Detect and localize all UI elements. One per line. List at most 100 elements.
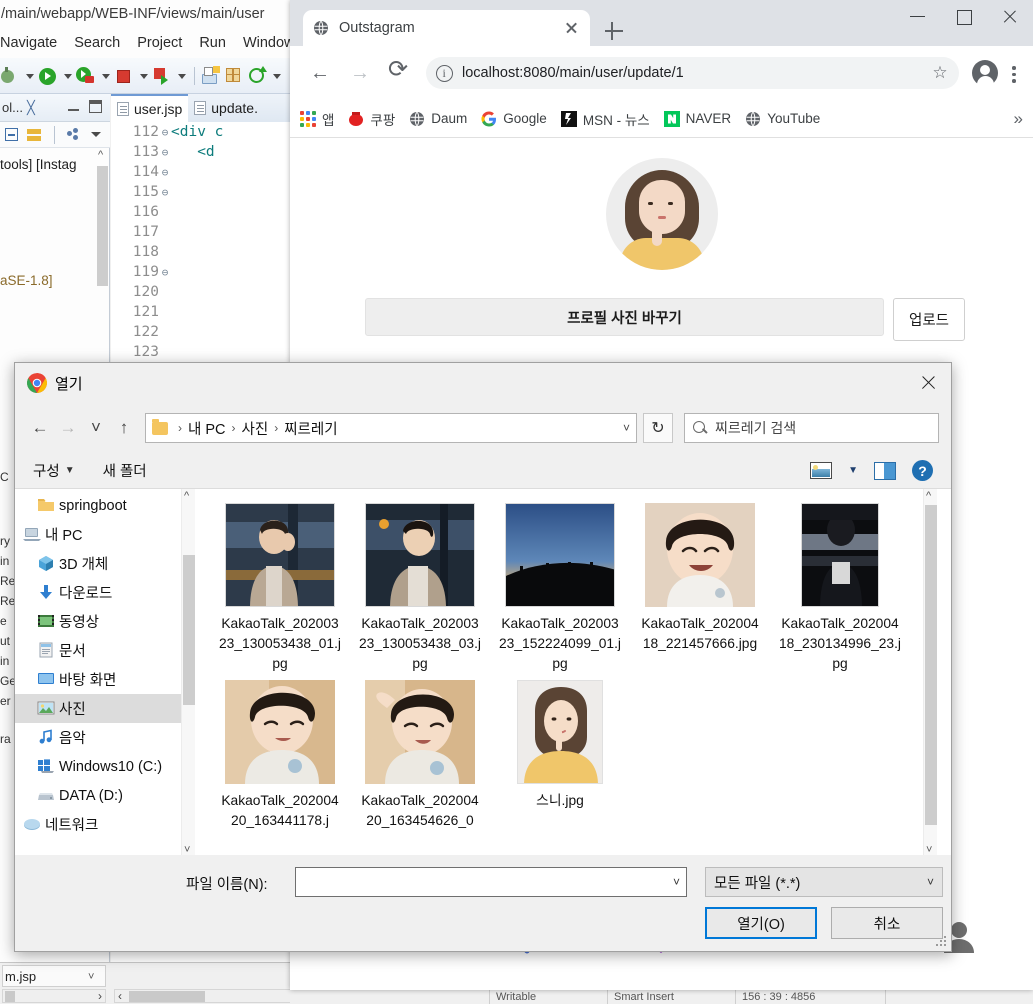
view-menu-icon[interactable] — [66, 127, 82, 142]
recent-locations-icon[interactable]: ˅ — [83, 415, 109, 441]
sidebar-item-windows-drive[interactable]: Windows10 (C:) — [15, 752, 195, 781]
sidebar-item-3d-objects[interactable]: 3D 개체 — [15, 549, 195, 578]
file-item[interactable]: KakaoTalk_20200418_221457666.jpg — [630, 497, 770, 674]
minimize-window-button[interactable] — [895, 0, 941, 32]
sidebar-item-documents[interactable]: 문서 — [15, 636, 195, 665]
maximize-window-button[interactable] — [941, 0, 987, 32]
scrollbar-thumb[interactable] — [5, 991, 15, 1002]
upload-button[interactable]: 업로드 — [893, 298, 965, 341]
stop-dropdown-icon[interactable] — [137, 66, 150, 86]
bookmark-star-icon[interactable]: ☆ — [931, 64, 949, 82]
run-server-icon[interactable] — [152, 66, 173, 86]
chevron-down-icon[interactable]: ▼ — [848, 465, 858, 476]
change-profile-photo-button[interactable]: 프로필 사진 바꾸기 — [365, 298, 884, 336]
menu-window[interactable]: Window — [243, 35, 295, 51]
fold-toggle-icon[interactable]: ⊖ — [159, 146, 171, 159]
bookmark-apps[interactable]: 앱 — [300, 109, 334, 129]
bookmark-youtube[interactable]: YouTube — [745, 111, 820, 127]
new-folder-button[interactable]: 새 폴더 — [103, 460, 147, 481]
bottom-scrollbar-left[interactable]: › — [2, 989, 106, 1003]
close-window-button[interactable] — [987, 0, 1033, 32]
browser-tab-outstagram[interactable]: Outstagram — [303, 10, 590, 46]
new-package-icon[interactable] — [224, 66, 245, 86]
bookmark-naver[interactable]: NAVER — [663, 110, 731, 127]
menu-run[interactable]: Run — [199, 35, 226, 51]
bookmark-msn[interactable]: MSN - 뉴스 — [560, 109, 650, 129]
dialog-sidebar[interactable]: springboot 내 PC 3D 개체 다운로드 동영상 문서 바탕 화면 … — [15, 489, 195, 857]
close-tab-icon[interactable] — [562, 19, 580, 37]
scrollbar-thumb[interactable] — [925, 505, 937, 825]
sidebar-item-network[interactable]: 네트워크 — [15, 810, 195, 839]
bottom-scrollbar-right[interactable]: ‹ — [114, 989, 294, 1003]
sidebar-item-springboot[interactable]: springboot — [15, 491, 195, 520]
sidebar-item-pictures[interactable]: 사진 — [15, 694, 195, 723]
window-controls[interactable] — [895, 0, 1033, 32]
refresh-button[interactable]: ↻ — [643, 413, 673, 443]
jre-tree-row[interactable]: aSE-1.8] — [0, 270, 110, 291]
scroll-right-icon[interactable]: › — [98, 989, 102, 1003]
bookmark-google[interactable]: Google — [481, 111, 547, 127]
view-options-icon[interactable] — [810, 462, 833, 479]
sidebar-item-downloads[interactable]: 다운로드 — [15, 578, 195, 607]
run-icon[interactable] — [38, 66, 59, 86]
dialog-command-bar[interactable]: 구성 ▼ 새 폴더 ▼ ? — [15, 453, 951, 489]
file-item[interactable]: 스니.jpg — [490, 674, 630, 831]
debug-dropdown-icon[interactable] — [23, 66, 36, 86]
filename-input[interactable]: ˅ — [295, 867, 687, 897]
scrollbar-thumb[interactable] — [97, 166, 108, 286]
refresh-dropdown-icon[interactable] — [270, 66, 283, 86]
search-input[interactable]: 찌르레기 검색 — [684, 413, 939, 443]
sidebar-item-music[interactable]: 음악 — [15, 723, 195, 752]
file-item[interactable]: KakaoTalk_20200420_163441178.j — [210, 674, 350, 831]
maximize-icon[interactable] — [89, 100, 102, 113]
sidebar-item-this-pc[interactable]: 내 PC — [15, 520, 195, 549]
chrome-toolbar[interactable]: localhost:8080/main/user/update/1 ☆ — [290, 46, 1033, 100]
chevron-down-icon[interactable]: ˅ — [88, 971, 94, 983]
new-tab-button[interactable] — [603, 20, 625, 42]
close-dialog-button[interactable] — [905, 363, 951, 403]
forward-button[interactable] — [341, 56, 375, 90]
editor-tab-user-jsp[interactable]: user.jsp — [111, 94, 189, 122]
dialog-up-button[interactable]: ↑ — [111, 415, 137, 441]
bookmark-daum[interactable]: Daum — [409, 111, 467, 127]
eclipse-left-panel-tab[interactable]: ol... ╳ — [0, 94, 110, 122]
sidebar-item-desktop[interactable]: 바탕 화면 — [15, 665, 195, 694]
collapse-all-icon[interactable] — [4, 127, 20, 142]
dialog-back-button[interactable]: ← — [27, 415, 53, 441]
fold-toggle-icon[interactable]: ⊖ — [159, 166, 171, 179]
file-item[interactable]: KakaoTalk_20200323_130053438_03.jpg — [350, 497, 490, 674]
eclipse-left-panel-toolbar[interactable] — [0, 122, 110, 148]
scroll-up-icon[interactable]: ^ — [926, 490, 931, 502]
preview-pane-icon[interactable] — [874, 461, 896, 480]
run-external-icon[interactable] — [76, 66, 97, 86]
chrome-tab-strip[interactable]: Outstagram — [290, 0, 1033, 46]
info-circle-icon[interactable] — [436, 64, 453, 82]
eclipse-menu-bar[interactable]: Navigate Search Project Run Window — [0, 28, 300, 58]
chevron-down-icon[interactable] — [89, 127, 105, 142]
file-item[interactable]: KakaoTalk_20200418_230134996_23.jpg — [770, 497, 910, 674]
scroll-up-icon[interactable]: ^ — [184, 490, 189, 502]
run-dropdown-icon[interactable] — [61, 66, 74, 86]
sidebar-scrollbar[interactable]: ^ ˅ — [181, 489, 195, 857]
menu-search[interactable]: Search — [74, 35, 120, 51]
file-list-scrollbar[interactable]: ^ ˅ — [923, 489, 937, 857]
file-item[interactable]: KakaoTalk_20200323_130053438_01.jpg — [210, 497, 350, 674]
link-editor-icon[interactable] — [27, 127, 43, 142]
cancel-button[interactable]: 취소 — [831, 907, 943, 939]
menu-navigate[interactable]: Navigate — [0, 35, 57, 51]
sidebar-item-data-drive[interactable]: DATA (D:) — [15, 781, 195, 810]
profile-avatar-button[interactable] — [972, 60, 998, 89]
breadcrumb-segment-pc[interactable]: 내 PC — [188, 418, 226, 439]
bookmark-coupang[interactable]: 쿠팡 — [348, 109, 395, 129]
menu-project[interactable]: Project — [137, 35, 182, 51]
breadcrumb-segment-pictures[interactable]: 사진 — [242, 418, 269, 439]
dialog-navigation-bar[interactable]: ← → ˅ ↑ › 내 PC › 사진 › 찌르레기 ˅ ↻ 찌르레기 검색 — [15, 403, 951, 453]
eclipse-toolbar[interactable] — [0, 58, 300, 94]
chrome-menu-button[interactable] — [1003, 58, 1025, 88]
scroll-up-icon[interactable]: ^ — [98, 149, 103, 161]
minimize-icon[interactable] — [68, 102, 80, 112]
chevron-down-icon[interactable]: ˅ — [927, 875, 934, 889]
run-server-dropdown-icon[interactable] — [175, 66, 188, 86]
scrollbar-thumb[interactable] — [183, 555, 195, 705]
refresh-icon[interactable] — [247, 65, 268, 86]
